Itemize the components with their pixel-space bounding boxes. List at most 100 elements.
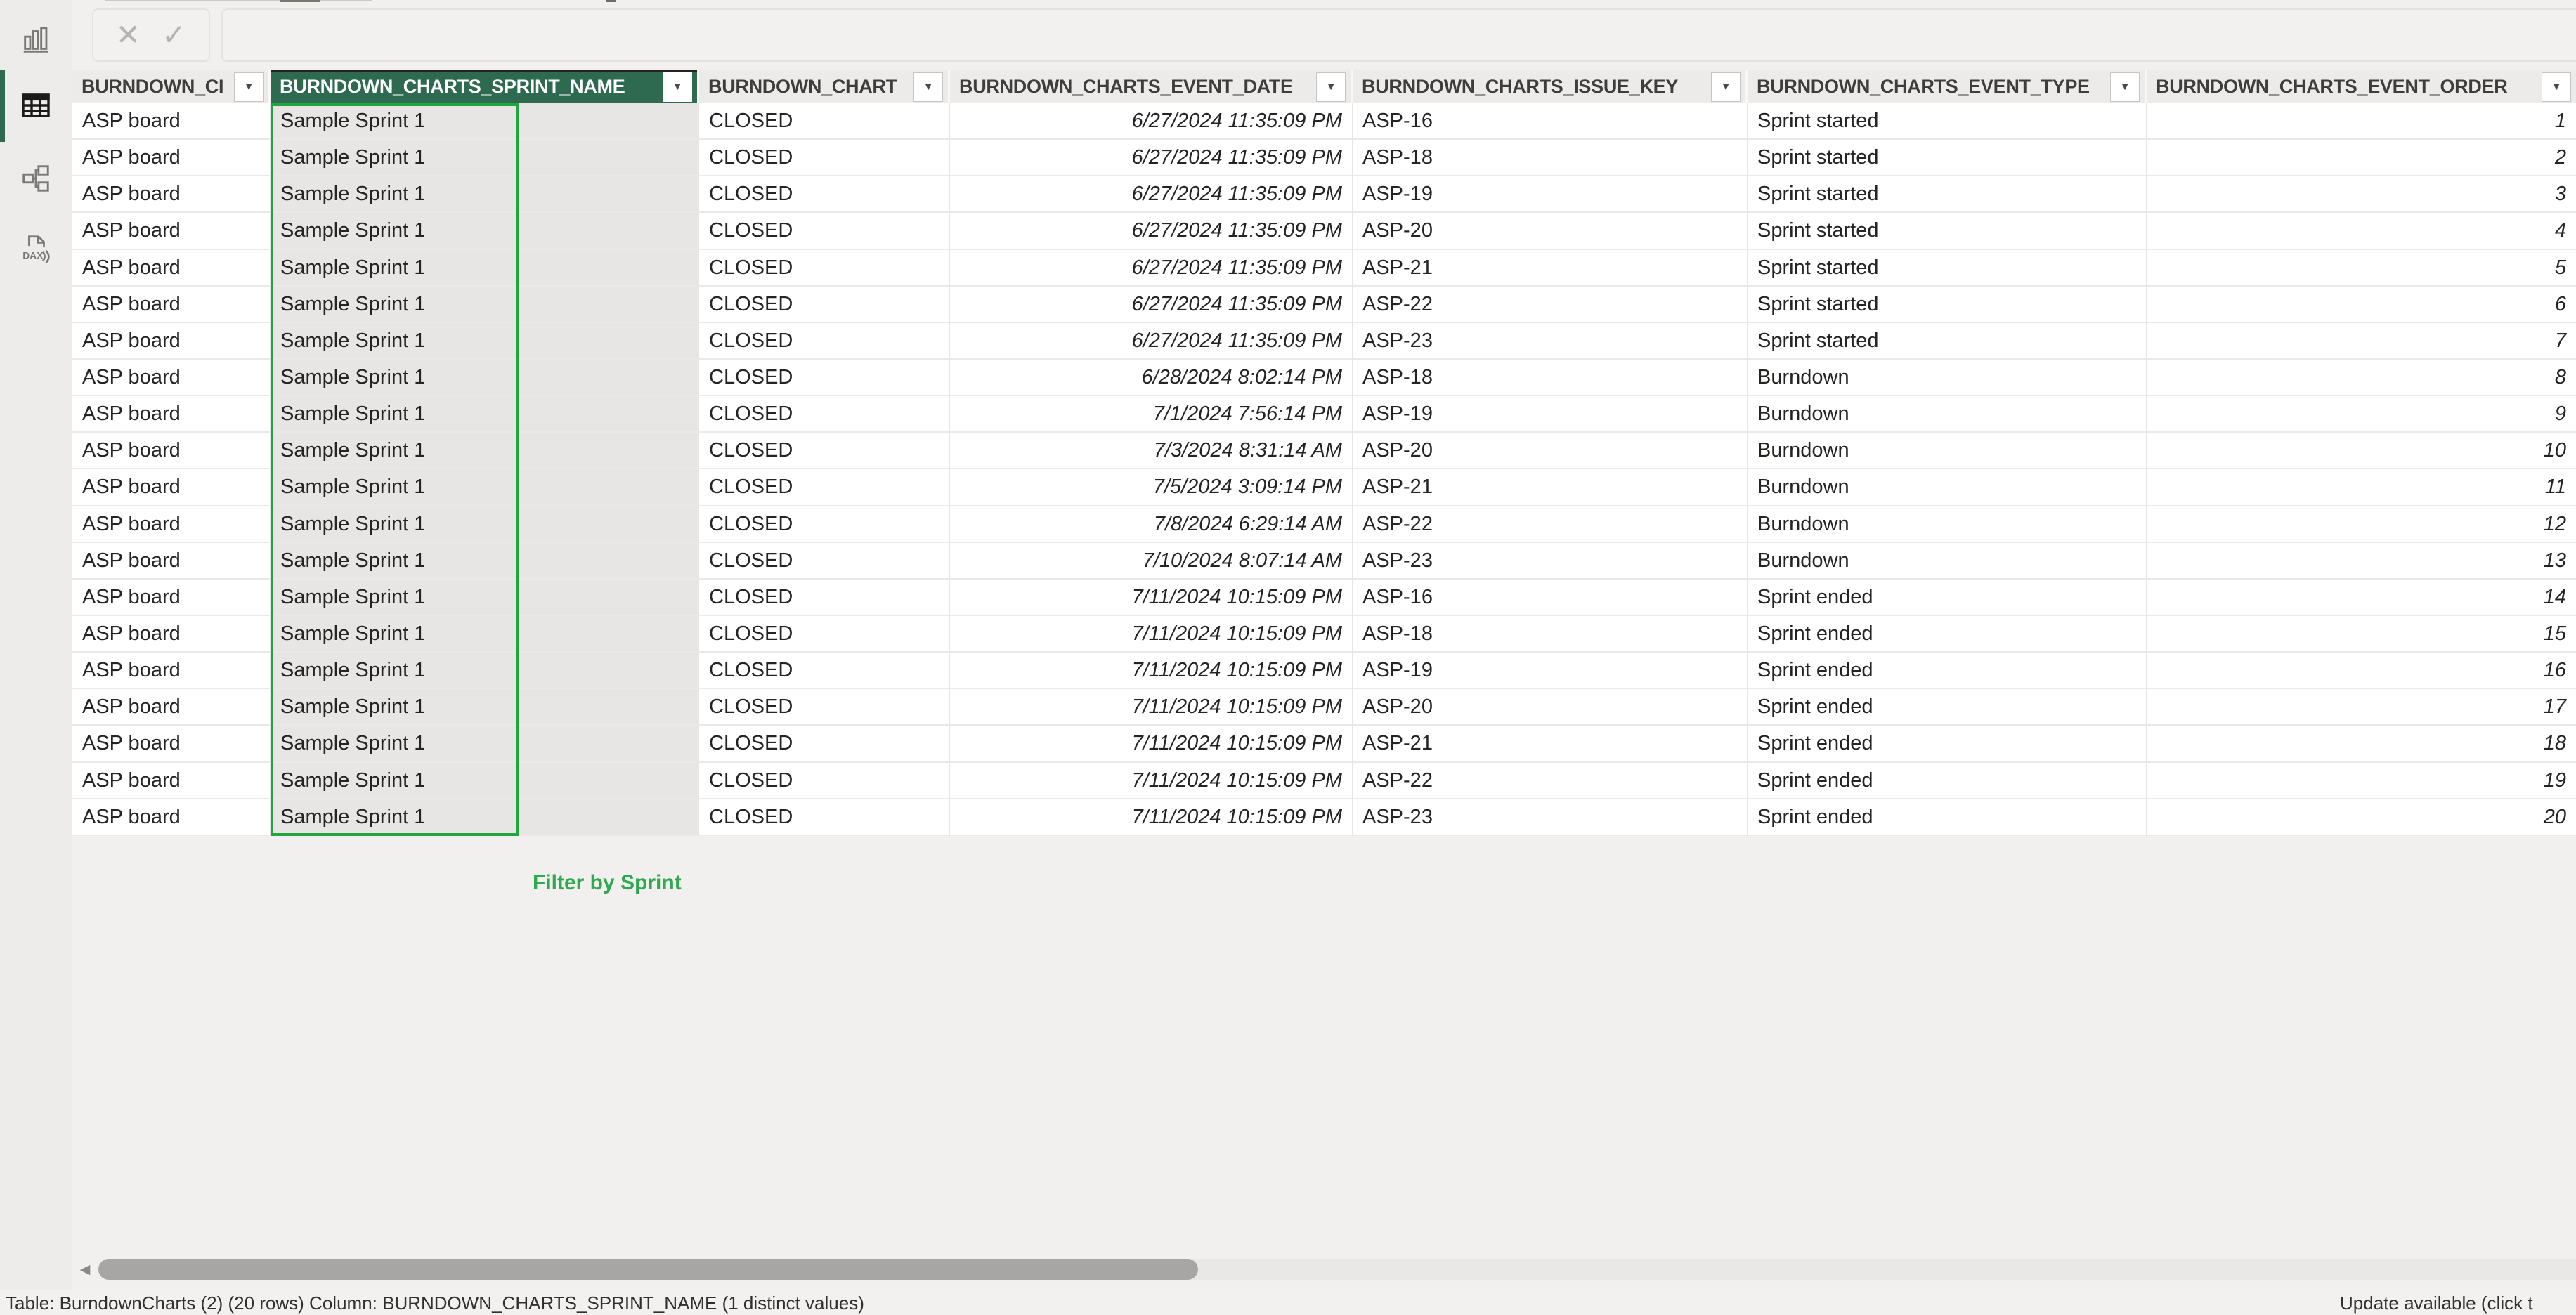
cell-status[interactable]: CLOSED [699, 213, 950, 249]
cell-event-date[interactable]: 7/8/2024 6:29:14 AM [950, 506, 1353, 543]
cell-board[interactable]: ASP board [72, 689, 271, 726]
cell-event-order[interactable]: 15 [2147, 616, 2576, 653]
cell-event-date[interactable]: 7/11/2024 10:15:09 PM [950, 689, 1353, 726]
cell-issue-key[interactable]: ASP-16 [1353, 103, 1748, 140]
cell-event-type[interactable]: Sprint started [1748, 250, 2147, 287]
cell-event-date[interactable]: 7/11/2024 10:15:09 PM [950, 726, 1353, 762]
cell-sprint-name[interactable]: Sample Sprint 1 [271, 580, 699, 616]
cell-event-date[interactable]: 7/11/2024 10:15:09 PM [950, 653, 1353, 689]
formula-bar-input[interactable] [221, 8, 2576, 62]
cell-event-order[interactable]: 4 [2147, 213, 2576, 249]
cell-event-order[interactable]: 19 [2147, 763, 2576, 799]
cell-issue-key[interactable]: ASP-23 [1353, 323, 1748, 360]
sidebar-item-model-view[interactable] [0, 148, 72, 212]
cell-event-type[interactable]: Sprint started [1748, 323, 2147, 360]
cell-event-type[interactable]: Sprint ended [1748, 726, 2147, 762]
cell-event-type[interactable]: Sprint ended [1748, 653, 2147, 689]
cell-event-date[interactable]: 7/5/2024 3:09:14 PM [950, 469, 1353, 506]
cell-sprint-name[interactable]: Sample Sprint 1 [271, 323, 699, 360]
cell-status[interactable]: CLOSED [699, 103, 950, 140]
column-header-sprint-name[interactable]: BURNDOWN_CHARTS_SPRINT_NAME ▼ [271, 70, 699, 103]
cell-event-date[interactable]: 6/28/2024 8:02:14 PM [950, 360, 1353, 396]
cell-issue-key[interactable]: ASP-21 [1353, 250, 1748, 287]
cell-status[interactable]: CLOSED [699, 140, 950, 176]
cell-event-order[interactable]: 14 [2147, 580, 2576, 616]
cell-event-order[interactable]: 9 [2147, 396, 2576, 433]
cell-board[interactable]: ASP board [72, 287, 271, 323]
cell-event-order[interactable]: 5 [2147, 250, 2576, 287]
cell-sprint-name[interactable]: Sample Sprint 1 [271, 616, 699, 653]
column-header-issue-key[interactable]: BURNDOWN_CHARTS_ISSUE_KEY ▼ [1353, 70, 1748, 103]
column-header-event-date[interactable]: BURNDOWN_CHARTS_EVENT_DATE ▼ [950, 70, 1353, 103]
cell-board[interactable]: ASP board [72, 433, 271, 469]
cell-event-order[interactable]: 6 [2147, 287, 2576, 323]
cell-event-date[interactable]: 6/27/2024 11:35:09 PM [950, 176, 1353, 213]
cell-event-type[interactable]: Sprint started [1748, 287, 2147, 323]
cell-event-type[interactable]: Burndown [1748, 396, 2147, 433]
cell-status[interactable]: CLOSED [699, 250, 950, 287]
cell-board[interactable]: ASP board [72, 799, 271, 836]
cell-board[interactable]: ASP board [72, 543, 271, 580]
cell-board[interactable]: ASP board [72, 250, 271, 287]
cell-event-order[interactable]: 12 [2147, 506, 2576, 543]
cell-issue-key[interactable]: ASP-21 [1353, 469, 1748, 506]
cell-status[interactable]: CLOSED [699, 176, 950, 213]
cell-issue-key[interactable]: ASP-23 [1353, 799, 1748, 836]
cell-issue-key[interactable]: ASP-18 [1353, 616, 1748, 653]
cell-status[interactable]: CLOSED [699, 763, 950, 799]
cell-status[interactable]: CLOSED [699, 360, 950, 396]
cell-event-date[interactable]: 6/27/2024 11:35:09 PM [950, 213, 1353, 249]
cell-sprint-name[interactable]: Sample Sprint 1 [271, 543, 699, 580]
cell-issue-key[interactable]: ASP-21 [1353, 726, 1748, 762]
cell-event-order[interactable]: 7 [2147, 323, 2576, 360]
cell-issue-key[interactable]: ASP-23 [1353, 543, 1748, 580]
cell-board[interactable]: ASP board [72, 580, 271, 616]
cell-board[interactable]: ASP board [72, 653, 271, 689]
filter-dropdown-icon[interactable]: ▼ [2542, 72, 2571, 102]
cell-event-order[interactable]: 20 [2147, 799, 2576, 836]
cell-event-date[interactable]: 7/10/2024 8:07:14 AM [950, 543, 1353, 580]
cell-issue-key[interactable]: ASP-18 [1353, 360, 1748, 396]
cell-event-order[interactable]: 11 [2147, 469, 2576, 506]
cell-sprint-name[interactable]: Sample Sprint 1 [271, 689, 699, 726]
cell-issue-key[interactable]: ASP-22 [1353, 763, 1748, 799]
cell-issue-key[interactable]: ASP-22 [1353, 287, 1748, 323]
cell-status[interactable]: CLOSED [699, 396, 950, 433]
cell-event-order[interactable]: 2 [2147, 140, 2576, 176]
cell-sprint-name[interactable]: Sample Sprint 1 [271, 726, 699, 762]
cell-issue-key[interactable]: ASP-18 [1353, 140, 1748, 176]
cell-event-type[interactable]: Sprint ended [1748, 616, 2147, 653]
cell-event-date[interactable]: 6/27/2024 11:35:09 PM [950, 250, 1353, 287]
cell-event-type[interactable]: Sprint started [1748, 176, 2147, 213]
commit-icon[interactable]: ✓ [162, 20, 186, 50]
cell-event-date[interactable]: 7/11/2024 10:15:09 PM [950, 580, 1353, 616]
cell-event-order[interactable]: 10 [2147, 433, 2576, 469]
horizontal-scrollbar-thumb[interactable] [98, 1259, 1198, 1280]
horizontal-scrollbar-track[interactable] [98, 1259, 2576, 1280]
cell-event-date[interactable]: 6/27/2024 11:35:09 PM [950, 323, 1353, 360]
cell-board[interactable]: ASP board [72, 176, 271, 213]
cancel-icon[interactable]: ✕ [116, 20, 141, 50]
cell-event-date[interactable]: 6/27/2024 11:35:09 PM [950, 140, 1353, 176]
cell-sprint-name[interactable]: Sample Sprint 1 [271, 103, 699, 140]
cell-board[interactable]: ASP board [72, 506, 271, 543]
cell-event-type[interactable]: Sprint started [1748, 103, 2147, 140]
cell-issue-key[interactable]: ASP-22 [1353, 506, 1748, 543]
cell-event-order[interactable]: 8 [2147, 360, 2576, 396]
cell-issue-key[interactable]: ASP-19 [1353, 653, 1748, 689]
cell-event-order[interactable]: 17 [2147, 689, 2576, 726]
filter-dropdown-icon[interactable]: ▼ [234, 72, 264, 102]
cell-board[interactable]: ASP board [72, 323, 271, 360]
cell-sprint-name[interactable]: Sample Sprint 1 [271, 763, 699, 799]
cell-board[interactable]: ASP board [72, 469, 271, 506]
cell-event-date[interactable]: 7/11/2024 10:15:09 PM [950, 799, 1353, 836]
cell-event-date[interactable]: 7/3/2024 8:31:14 AM [950, 433, 1353, 469]
cell-sprint-name[interactable]: Sample Sprint 1 [271, 140, 699, 176]
cell-event-type[interactable]: Sprint started [1748, 140, 2147, 176]
filter-dropdown-icon[interactable]: ▼ [1711, 72, 1741, 102]
cell-sprint-name[interactable]: Sample Sprint 1 [271, 469, 699, 506]
cell-event-type[interactable]: Burndown [1748, 543, 2147, 580]
cell-board[interactable]: ASP board [72, 360, 271, 396]
filter-dropdown-icon[interactable]: ▼ [1316, 72, 1346, 102]
cell-board[interactable]: ASP board [72, 140, 271, 176]
